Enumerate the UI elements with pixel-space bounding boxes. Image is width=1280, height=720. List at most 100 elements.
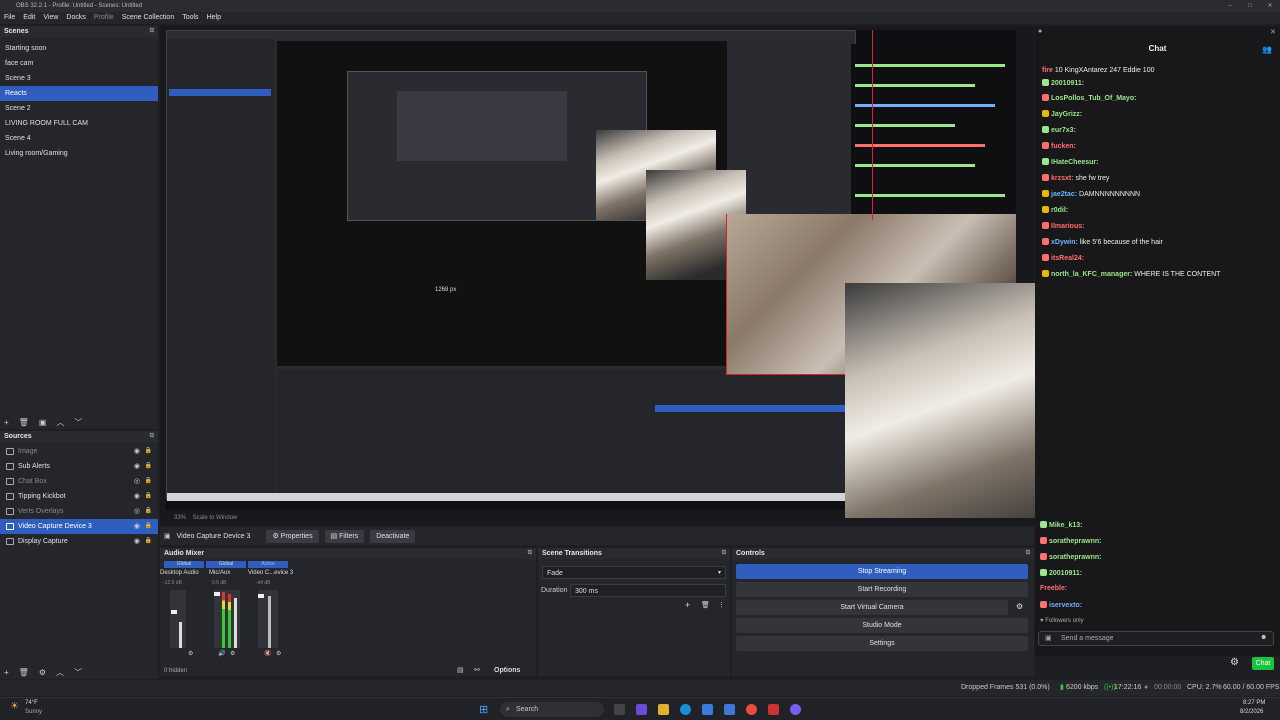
scene-item[interactable]: Scene 4 <box>0 131 158 146</box>
deactivate-button[interactable]: Deactivate <box>370 529 416 543</box>
remove-source-icon[interactable]: 🗑 <box>19 668 29 677</box>
menu-edit[interactable]: Edit <box>23 12 35 24</box>
windows-start-icon[interactable]: ⊞ <box>479 703 488 716</box>
menu-help[interactable]: Help <box>207 12 221 24</box>
speaker-icon[interactable]: 🔊 <box>218 650 225 657</box>
scene-item-selected[interactable]: Reacts <box>0 86 158 101</box>
add-scene-icon[interactable]: + <box>4 418 9 427</box>
scene-item[interactable]: Starting soon <box>0 41 158 56</box>
gear-icon[interactable]: ⚙ <box>1230 657 1239 668</box>
gear-icon[interactable]: ⚙ <box>230 650 235 657</box>
dock-popout-icon[interactable]: ⧉ <box>722 548 726 559</box>
edge-icon[interactable] <box>680 704 691 715</box>
start-recording-button[interactable]: Start Recording <box>736 582 1028 597</box>
file-explorer-icon[interactable] <box>658 704 669 715</box>
scene-item[interactable]: LIVING ROOM FULL CAM <box>0 116 158 131</box>
source-settings-icon[interactable]: ⚙ <box>39 668 46 677</box>
menu-docks[interactable]: Docks <box>66 12 85 24</box>
add-transition-icon[interactable]: + <box>685 600 690 610</box>
gear-icon[interactable]: ⚙ <box>276 650 281 657</box>
menu-tools[interactable]: Tools <box>182 12 198 24</box>
source-item[interactable]: Display Capture ◉ 🔒 <box>0 534 158 549</box>
menu-view[interactable]: View <box>43 12 58 24</box>
studio-mode-button[interactable]: Studio Mode <box>736 618 1028 633</box>
copilot-icon[interactable] <box>636 704 647 715</box>
emote-icon[interactable]: ☻ <box>1260 634 1267 641</box>
source-item[interactable]: Chat Box ◎ 🔒 <box>0 474 158 489</box>
dock-popout-icon[interactable]: ⧉ <box>150 26 154 37</box>
move-up-icon[interactable]: ︿ <box>56 667 64 678</box>
scale-mode[interactable]: Scale to Window <box>193 515 238 521</box>
filters-button[interactable]: ▤ Filters <box>324 529 365 543</box>
move-down-icon[interactable]: ﹀ <box>74 417 82 428</box>
menu-file[interactable]: File <box>4 12 15 24</box>
lock-icon[interactable]: 🔒 <box>145 489 152 504</box>
scene-item[interactable]: Scene 2 <box>0 101 158 116</box>
add-source-icon[interactable]: + <box>4 668 9 677</box>
stop-streaming-button[interactable]: Stop Streaming <box>736 564 1028 579</box>
scene-item[interactable]: Scene 3 <box>0 71 158 86</box>
volume-meter[interactable] <box>258 590 278 648</box>
link-icon[interactable]: ⚯ <box>474 666 480 674</box>
settings-button[interactable]: Settings <box>736 636 1028 651</box>
properties-button[interactable]: ⚙ Properties <box>266 529 319 543</box>
scene-item[interactable]: Living room/Gaming <box>0 146 158 161</box>
source-item[interactable]: Tipping Kickbot ◉ 🔒 <box>0 489 158 504</box>
source-item[interactable]: Verts Overlays ◎ 🔒 <box>0 504 158 519</box>
scene-filter-icon[interactable]: ▣ <box>39 418 47 427</box>
remove-transition-icon[interactable]: 🗑 <box>701 601 710 609</box>
store-icon[interactable] <box>702 704 713 715</box>
taskview-icon[interactable] <box>614 704 625 715</box>
lock-icon[interactable]: 🔒 <box>145 519 152 534</box>
chat-users-icon[interactable]: 👥 <box>1262 45 1272 54</box>
lock-icon[interactable]: 🔒 <box>145 534 152 549</box>
duration-field[interactable]: 300 ms <box>570 584 726 597</box>
dock-popout-icon[interactable]: ⧉ <box>528 548 532 559</box>
move-up-icon[interactable]: ︿ <box>56 417 64 428</box>
lock-icon[interactable]: 🔒 <box>145 459 152 474</box>
start-virtual-camera-button[interactable]: Start Virtual Camera <box>736 600 1008 615</box>
app-icon[interactable] <box>768 704 779 715</box>
close-icon[interactable]: ✕ <box>1260 0 1280 12</box>
source-item[interactable]: Image ◉ 🔒 <box>0 444 158 459</box>
chat-message-input[interactable]: Send a message <box>1038 631 1274 646</box>
taskbar-search[interactable]: ⌕ Search <box>500 702 604 717</box>
eye-icon[interactable]: ◉ <box>134 519 140 534</box>
minimize-icon[interactable]: – <box>1220 0 1240 12</box>
transition-select[interactable]: Fade ▾ <box>542 566 726 579</box>
mute-icon[interactable]: 🔇 <box>264 650 271 657</box>
menu-scene-collection[interactable]: Scene Collection <box>122 12 175 24</box>
options-dropdown[interactable]: Options <box>494 667 520 674</box>
weather-icon[interactable]: ☀ <box>10 701 19 712</box>
dock-popout-icon[interactable]: ⧉ <box>150 431 154 442</box>
chat-dock-close-icon[interactable]: ✕ <box>1270 28 1276 36</box>
maximize-icon[interactable]: □ <box>1240 0 1260 12</box>
app-icon[interactable] <box>724 704 735 715</box>
more-options-icon[interactable]: ⋮ <box>718 601 725 609</box>
chat-dock-icon[interactable]: ● <box>1038 28 1042 35</box>
eye-off-icon[interactable]: ◎ <box>134 504 140 519</box>
menu-profile[interactable]: Profile <box>94 12 114 24</box>
remove-scene-icon[interactable]: 🗑 <box>19 418 29 427</box>
lock-icon[interactable]: 🔒 <box>145 474 152 489</box>
list-view-icon[interactable]: ▤ <box>457 666 464 674</box>
move-down-icon[interactable]: ﹀ <box>74 667 82 678</box>
obs-icon[interactable] <box>790 704 801 715</box>
scene-item[interactable]: face cam <box>0 56 158 71</box>
volume-meter[interactable] <box>170 590 186 648</box>
eye-icon[interactable]: ◉ <box>134 489 140 504</box>
source-item-selected[interactable]: Video Capture Device 3 ◉ 🔒 <box>0 519 158 534</box>
chrome-icon[interactable] <box>746 704 757 715</box>
eye-off-icon[interactable]: ◎ <box>134 474 140 489</box>
gear-icon[interactable]: ⚙ <box>1016 602 1023 611</box>
eye-icon[interactable]: ◉ <box>134 459 140 474</box>
lock-icon[interactable]: 🔒 <box>145 504 152 519</box>
lock-icon[interactable]: 🔒 <box>145 444 152 459</box>
eye-icon[interactable]: ◉ <box>134 444 140 459</box>
volume-meter[interactable] <box>214 590 240 648</box>
dock-popout-icon[interactable]: ⧉ <box>1026 548 1030 559</box>
eye-icon[interactable]: ◉ <box>134 534 140 549</box>
gear-icon[interactable]: ⚙ <box>188 650 193 657</box>
chat-send-button[interactable]: Chat <box>1252 657 1274 670</box>
zoom-level[interactable]: 33% <box>174 515 186 521</box>
